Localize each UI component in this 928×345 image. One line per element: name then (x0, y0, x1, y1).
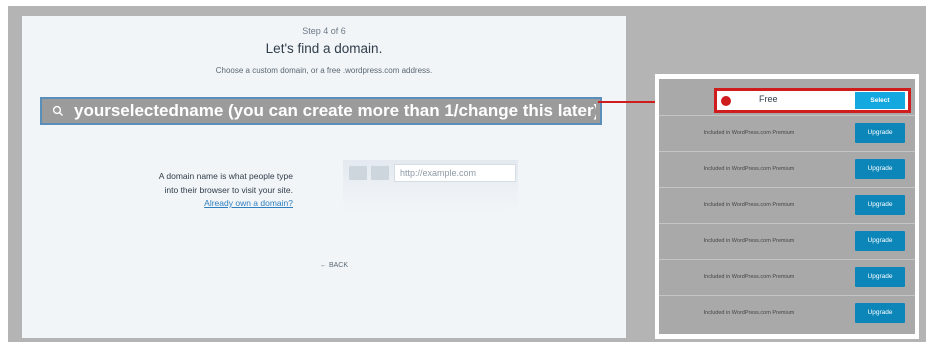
page-subtitle: Choose a custom domain, or a free .wordp… (215, 66, 433, 75)
step-indicator: Step 4 of 6 (302, 26, 346, 36)
list-item: Included in WordPress.com Premium Upgrad… (659, 115, 915, 151)
free-domain-label: Free (759, 94, 778, 104)
list-item: Included in WordPress.com Premium Upgrad… (659, 259, 915, 295)
list-item: Included in WordPress.com Premium Upgrad… (659, 295, 915, 331)
list-item: Included in WordPress.com Premium Upgrad… (659, 151, 915, 187)
browser-illustration: http://example.com (343, 160, 518, 215)
domain-search-bar[interactable] (40, 97, 602, 125)
domain-results-list: Included in WordPress.com Premium Upgrad… (659, 79, 915, 334)
search-icon (52, 105, 63, 116)
domain-plan-note: Included in WordPress.com Premium (703, 310, 795, 316)
domain-plan-note: Included in WordPress.com Premium (703, 130, 795, 136)
domain-plan-note: Included in WordPress.com Premium (703, 274, 795, 280)
upgrade-button[interactable]: Upgrade (855, 303, 905, 323)
domain-plan-note: Included in WordPress.com Premium (703, 238, 795, 244)
list-item: Included in WordPress.com Premium Upgrad… (659, 187, 915, 223)
example-url-bar: http://example.com (394, 164, 516, 182)
domain-step-panel: Step 4 of 6 Let's find a domain. Choose … (22, 16, 626, 338)
domain-explanation-line1: A domain name is what people type (158, 171, 293, 181)
domain-explanation-line2: into their browser to visit your site. (164, 185, 294, 195)
upgrade-button[interactable]: Upgrade (855, 159, 905, 179)
back-button[interactable]: ← BACK (320, 262, 348, 269)
browser-tab-shape (349, 166, 367, 180)
domain-plan-note: Included in WordPress.com Premium (703, 202, 795, 208)
select-button[interactable]: Select (855, 92, 905, 109)
domain-search-input[interactable] (74, 99, 596, 123)
page-title: Let's find a domain. (265, 41, 383, 56)
already-own-domain-link[interactable]: Already own a domain? (204, 198, 293, 208)
domain-explanation: A domain name is what people type into t… (159, 169, 293, 197)
annotation-dot (721, 96, 731, 106)
upgrade-button[interactable]: Upgrade (855, 123, 905, 143)
upgrade-button[interactable]: Upgrade (855, 195, 905, 215)
free-domain-option: Free Select (714, 88, 911, 113)
upgrade-button[interactable]: Upgrade (855, 231, 905, 251)
browser-tab-shape (371, 166, 389, 180)
list-item: Included in WordPress.com Premium Upgrad… (659, 223, 915, 259)
upgrade-button[interactable]: Upgrade (855, 267, 905, 287)
domain-plan-note: Included in WordPress.com Premium (703, 166, 795, 172)
